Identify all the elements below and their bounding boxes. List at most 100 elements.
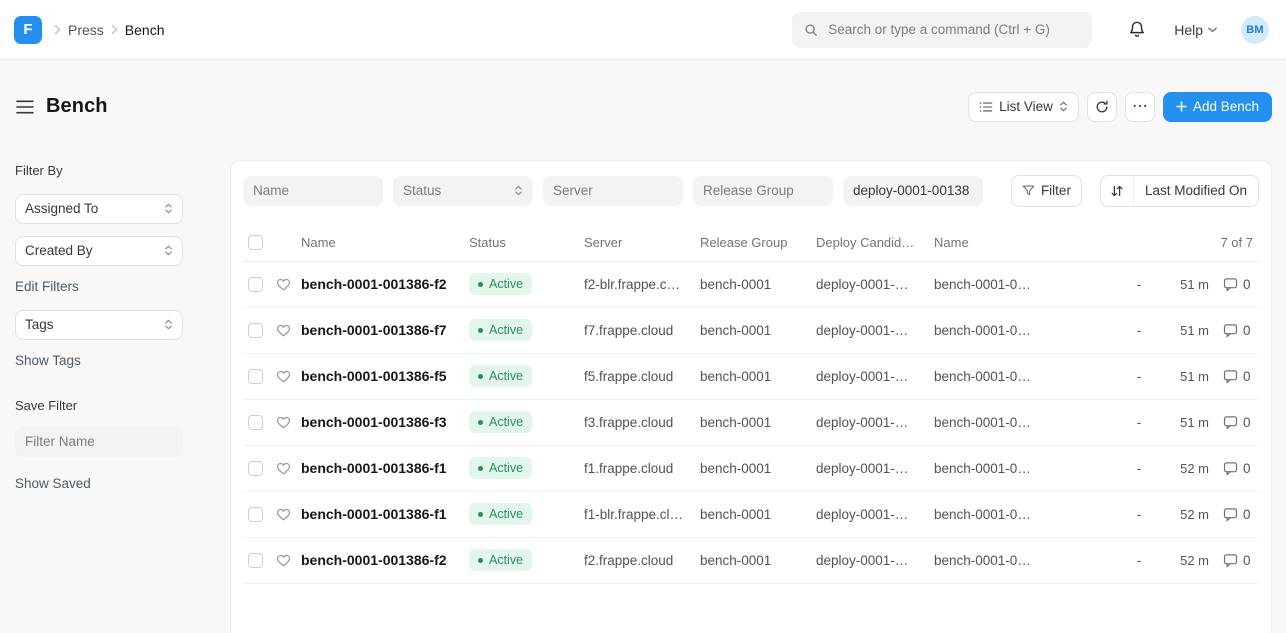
status-cell: Active (469, 457, 584, 479)
tags-label: Tags (25, 317, 54, 332)
comments-cell[interactable]: 0 (1213, 369, 1259, 384)
add-bench-button[interactable]: Add Bench (1163, 92, 1272, 122)
row-checkbox[interactable] (248, 553, 263, 568)
table-row[interactable]: bench-0001-001386-f2 Active f2-blr.frapp… (243, 262, 1259, 308)
heart-icon[interactable] (276, 323, 301, 337)
status-dot-icon (478, 466, 483, 471)
release-group-filter-input[interactable] (693, 176, 833, 206)
breadcrumb-bench[interactable]: Bench (125, 22, 165, 38)
row-checkbox[interactable] (248, 507, 263, 522)
status-badge: Active (469, 365, 532, 387)
show-saved-link[interactable]: Show Saved (15, 476, 91, 491)
bench-name-link[interactable]: bench-0001-001386-f7 (301, 322, 469, 338)
filter-name-input[interactable] (15, 427, 183, 457)
dash-cell: - (1121, 277, 1157, 292)
comment-count: 0 (1243, 461, 1251, 476)
table-row[interactable]: bench-0001-001386-f7 Active f7.frappe.cl… (243, 308, 1259, 354)
server-filter-input[interactable] (543, 176, 683, 206)
deploy-candidate-filter-input[interactable]: deploy-0001-00138 (843, 176, 983, 206)
name2-cell: bench-0001-0… (934, 507, 1121, 522)
row-checkbox[interactable] (248, 277, 263, 292)
heart-icon[interactable] (276, 415, 301, 429)
row-checkbox[interactable] (248, 323, 263, 338)
bench-name-link[interactable]: bench-0001-001386-f2 (301, 552, 469, 568)
heart-icon[interactable] (276, 277, 301, 291)
table-row[interactable]: bench-0001-001386-f2 Active f2.frappe.cl… (243, 538, 1259, 584)
column-header-name2: Name (934, 235, 1121, 250)
status-cell: Active (469, 503, 584, 525)
status-label: Active (489, 461, 523, 475)
header-actions: List View ⋯ Add Bench (968, 92, 1272, 122)
chevron-up-down-icon (1059, 100, 1068, 113)
status-badge: Active (469, 411, 532, 433)
bench-name-link[interactable]: bench-0001-001386-f3 (301, 414, 469, 430)
spacer (15, 457, 183, 475)
deploy-candidate-cell: deploy-0001-… (816, 507, 934, 522)
user-avatar[interactable]: BM (1241, 16, 1269, 44)
add-bench-label: Add Bench (1193, 99, 1259, 114)
status-label: Active (489, 415, 523, 429)
bench-name-link[interactable]: bench-0001-001386-f5 (301, 368, 469, 384)
comments-cell[interactable]: 0 (1213, 415, 1259, 430)
select-all-checkbox[interactable] (248, 235, 263, 250)
chevron-up-down-icon (164, 202, 173, 215)
chevron-right-icon (111, 24, 118, 35)
comments-cell[interactable]: 0 (1213, 507, 1259, 522)
table-row[interactable]: bench-0001-001386-f1 Active f1.frappe.cl… (243, 446, 1259, 492)
heart-icon[interactable] (276, 369, 301, 383)
name-filter-input[interactable] (243, 176, 383, 206)
breadcrumb-press[interactable]: Press (68, 22, 104, 38)
status-filter-select[interactable]: Status (393, 176, 533, 206)
edit-filters-link[interactable]: Edit Filters (15, 279, 79, 294)
assigned-to-dropdown[interactable]: Assigned To (15, 194, 183, 224)
last-modified-cell: 52 m (1157, 507, 1213, 522)
status-label: Active (489, 553, 523, 567)
deploy-candidate-filter-value: deploy-0001-00138 (853, 183, 969, 198)
app-root: F Press Bench Help BM (0, 0, 1286, 633)
table-row[interactable]: bench-0001-001386-f3 Active f3.frappe.cl… (243, 400, 1259, 446)
row-checkbox[interactable] (248, 415, 263, 430)
last-modified-cell: 51 m (1157, 415, 1213, 430)
comments-cell[interactable]: 0 (1213, 277, 1259, 292)
comments-cell[interactable]: 0 (1213, 461, 1259, 476)
bench-name-link[interactable]: bench-0001-001386-f2 (301, 276, 469, 292)
table-row[interactable]: bench-0001-001386-f1 Active f1-blr.frapp… (243, 492, 1259, 538)
sort-direction-button[interactable] (1101, 176, 1134, 206)
help-menu[interactable]: Help (1174, 22, 1217, 38)
status-label: Active (489, 507, 523, 521)
search-input[interactable] (826, 21, 1080, 38)
bench-name-link[interactable]: bench-0001-001386-f1 (301, 460, 469, 476)
refresh-button[interactable] (1087, 92, 1117, 122)
frappe-logo[interactable]: F (14, 16, 42, 44)
heart-icon[interactable] (276, 507, 301, 521)
created-by-dropdown[interactable]: Created By (15, 236, 183, 266)
filter-button[interactable]: Filter (1011, 175, 1082, 207)
status-cell: Active (469, 549, 584, 571)
show-tags-link[interactable]: Show Tags (15, 353, 81, 368)
comment-icon (1223, 369, 1238, 384)
status-cell: Active (469, 411, 584, 433)
dash-cell: - (1121, 553, 1157, 568)
heart-icon[interactable] (276, 461, 301, 475)
command-palette-search[interactable] (792, 12, 1092, 48)
last-modified-cell: 52 m (1157, 553, 1213, 568)
status-label: Active (489, 369, 523, 383)
view-switcher-button[interactable]: List View (968, 92, 1079, 122)
row-checkbox[interactable] (248, 369, 263, 384)
assigned-to-label: Assigned To (25, 201, 98, 216)
notifications-bell-icon[interactable] (1128, 20, 1146, 39)
dash-cell: - (1121, 369, 1157, 384)
table-row[interactable]: bench-0001-001386-f5 Active f5.frappe.cl… (243, 354, 1259, 400)
sidebar-toggle-icon[interactable] (16, 100, 34, 114)
row-checkbox[interactable] (248, 461, 263, 476)
heart-icon[interactable] (276, 553, 301, 567)
comments-cell[interactable]: 0 (1213, 553, 1259, 568)
comments-cell[interactable]: 0 (1213, 323, 1259, 338)
spacer (15, 294, 183, 310)
content-row: Filter By Assigned To Created By Edit Fi… (0, 160, 1286, 633)
more-options-button[interactable]: ⋯ (1125, 92, 1155, 122)
tags-dropdown[interactable]: Tags (15, 310, 183, 340)
bench-name-link[interactable]: bench-0001-001386-f1 (301, 506, 469, 522)
sort-field-select[interactable]: Last Modified On (1134, 176, 1258, 206)
server-cell: f7.frappe.cloud (584, 323, 700, 338)
